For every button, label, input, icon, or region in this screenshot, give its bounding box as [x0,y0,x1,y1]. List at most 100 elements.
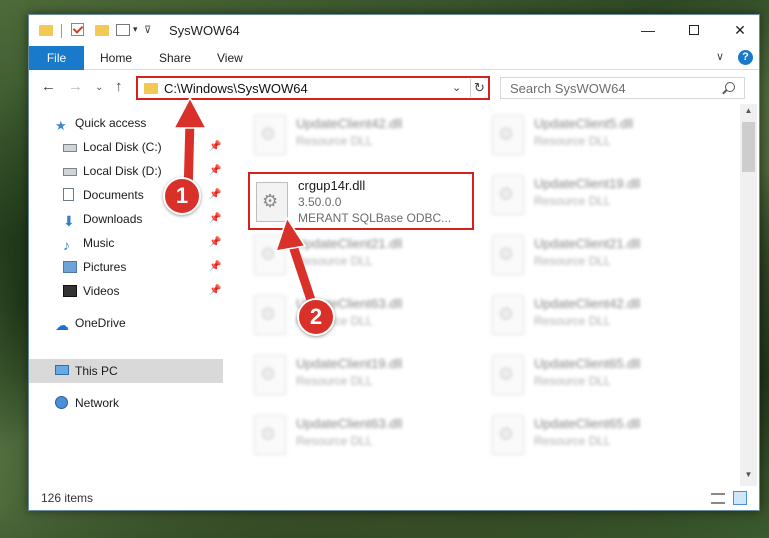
star-icon: ★ [55,118,67,133]
file-name: UpdateClient21.dll [534,236,641,251]
file-name: crgup14r.dll [298,178,366,193]
address-path[interactable]: C:\Windows\SysWOW64 [164,81,308,96]
file-tile[interactable]: UpdateClient63.dll Resource DLL [250,410,480,458]
folder-icon [144,83,158,94]
pictures-icon [63,261,77,273]
file-tile[interactable]: UpdateClient5.dll Resource DLL [488,110,718,158]
file-tile[interactable]: UpdateClient19.dll Resource DLL [250,350,480,398]
details-view-icon[interactable] [711,493,725,504]
sidebar-item-label: Network [75,396,120,410]
pin-icon[interactable]: 📌 [209,189,221,200]
file-tile[interactable]: UpdateClient21.dll Resource DLL [250,230,480,278]
customize-toolbar-icon[interactable] [116,24,130,36]
sidebar-item-label: Documents [83,188,144,202]
title-bar: ▾ ⊽ SysWOW64 — ✕ [29,15,759,46]
file-name: UpdateClient19.dll [296,356,403,371]
scroll-up-icon[interactable]: ▲ [740,106,757,120]
file-name: UpdateClient19.dll [534,176,641,191]
dll-file-icon [492,175,524,215]
tab-home[interactable]: Home [100,46,132,70]
file-name: UpdateClient42.dll [296,116,403,131]
item-count: 126 items [41,491,94,505]
dll-file-icon [254,355,286,395]
file-name: UpdateClient21.dll [296,236,403,251]
large-icons-view-icon[interactable] [733,491,747,505]
file-name: UpdateClient65.dll [534,416,641,431]
scroll-thumb[interactable] [742,122,755,172]
dll-file-icon [492,235,524,275]
file-tile[interactable]: UpdateClient63.dll Resource DLL [250,290,480,338]
pin-icon[interactable]: 📌 [209,141,221,152]
minimize-button[interactable]: — [625,15,671,46]
quick-access-menu-icon[interactable]: ⊽ [144,25,151,41]
file-name: UpdateClient5.dll [534,116,634,131]
drive-icon [63,168,77,176]
sidebar-item-label: OneDrive [75,316,126,330]
file-tile[interactable]: UpdateClient19.dll Resource DLL [488,170,718,218]
file-tile[interactable]: UpdateClient42.dll Resource DLL [488,290,718,338]
sidebar-item-label: Downloads [83,212,143,226]
quick-access-dropdown-icon[interactable]: ▾ [133,24,138,40]
maximize-button[interactable] [671,15,717,46]
tab-share[interactable]: Share [159,46,191,70]
file-type: Resource DLL [534,314,611,328]
dll-file-icon [492,355,524,395]
back-button[interactable]: ← [41,78,56,95]
file-type: Resource DLL [296,434,373,448]
recent-locations-icon[interactable]: ⌄ [95,82,103,93]
file-description: MERANT SQLBase ODBC... [298,211,452,225]
forward-button[interactable]: → [68,78,83,95]
sidebar-item-label: Quick access [75,116,147,130]
step-2-badge: 2 [297,298,335,336]
sidebar-item-local-disk-c[interactable]: Local Disk (C:) [63,136,223,158]
dll-file-icon [254,115,286,155]
file-name: UpdateClient63.dll [296,416,403,431]
refresh-button[interactable]: ↻ [470,79,488,97]
vertical-scrollbar[interactable]: ▲ ▼ [740,104,757,486]
file-list: UpdateClient42.dll Resource DLL UpdateCl… [226,104,740,486]
file-type: Resource DLL [296,374,373,388]
file-tile[interactable]: UpdateClient42.dll Resource DLL [250,110,480,158]
computer-icon [55,365,69,375]
address-dropdown-icon[interactable]: ⌄ [452,81,461,94]
file-type: Resource DLL [534,434,611,448]
file-type: Resource DLL [534,374,611,388]
file-tile[interactable]: UpdateClient65.dll Resource DLL [488,350,718,398]
help-icon[interactable]: ? [738,50,753,65]
file-tile[interactable]: UpdateClient21.dll Resource DLL [488,230,718,278]
file-type: Resource DLL [296,134,373,148]
download-icon: ⬇ [63,213,75,229]
close-button[interactable]: ✕ [717,15,763,46]
pin-icon[interactable]: 📌 [209,285,221,296]
tab-file[interactable]: File [29,46,84,70]
documents-icon [63,188,74,201]
scroll-down-icon[interactable]: ▼ [740,470,757,484]
properties-check-icon[interactable] [71,23,84,36]
highlighted-file-tile[interactable]: crgup14r.dll 3.50.0.0 MERANT SQLBase ODB… [248,172,474,230]
dll-file-icon [254,415,286,455]
file-name: UpdateClient42.dll [534,296,641,311]
music-icon: ♪ [63,237,70,253]
folder-icon [39,25,53,36]
file-tile[interactable]: UpdateClient65.dll Resource DLL [488,410,718,458]
cloud-icon: ☁ [55,317,69,333]
pin-icon[interactable]: 📌 [209,261,221,272]
pin-icon[interactable]: 📌 [209,237,221,248]
search-input[interactable]: Search SysWOW64 [500,77,745,99]
expand-ribbon-icon[interactable]: ∨ [716,50,724,63]
up-button[interactable]: ↑ [115,78,123,95]
network-icon [55,396,68,409]
file-type: Resource DLL [534,194,611,208]
file-type: Resource DLL [534,134,611,148]
new-folder-icon[interactable] [95,25,109,36]
file-type: Resource DLL [534,254,611,268]
dll-file-icon [492,295,524,335]
navigation-bar: ← → ⌄ ↑ C:\Windows\SysWOW64 ⌄ ↻ Search S… [29,70,759,104]
address-bar[interactable]: C:\Windows\SysWOW64 ⌄ ↻ [136,76,490,100]
pin-icon[interactable]: 📌 [209,213,221,224]
sidebar-item-label: This PC [75,364,118,378]
search-icon[interactable] [725,82,735,92]
pin-icon[interactable]: 📌 [209,165,221,176]
window-title: SysWOW64 [169,23,240,38]
tab-view[interactable]: View [217,46,243,70]
